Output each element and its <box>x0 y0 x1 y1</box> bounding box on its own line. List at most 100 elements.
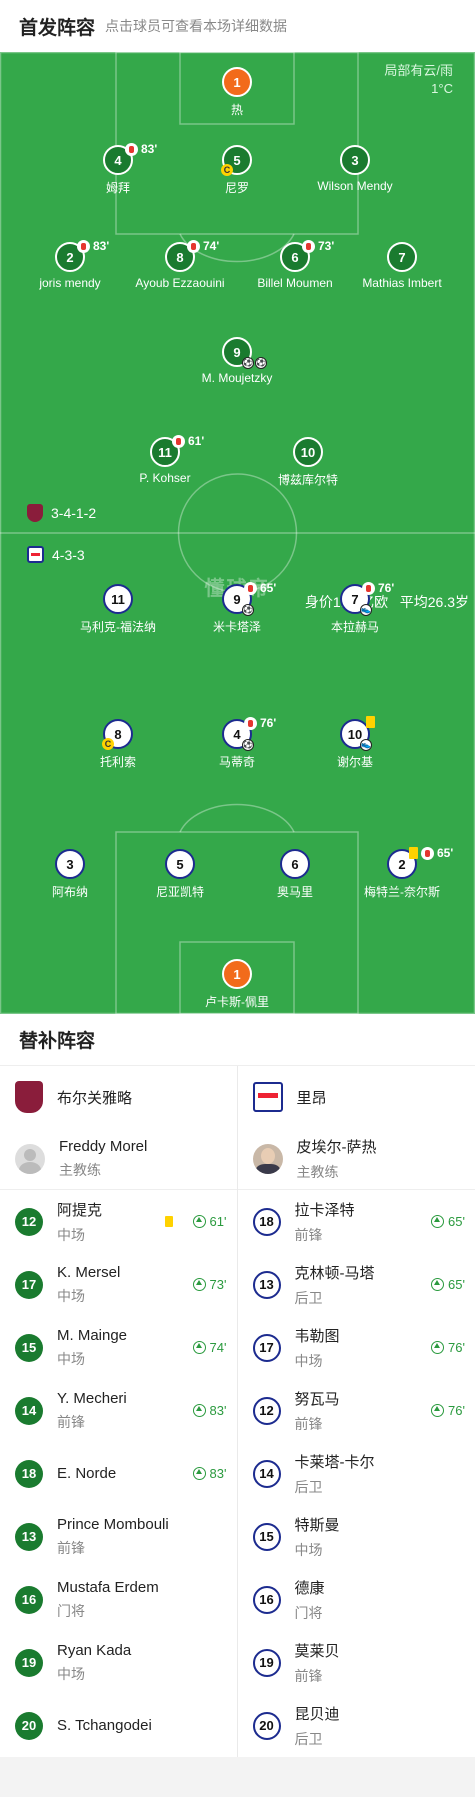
sub-number: 15 <box>252 1522 281 1551</box>
sub-number: 16 <box>252 1585 281 1614</box>
player-name: 谢尔基 <box>336 755 373 769</box>
home-subs-column: 布尔关雅略 Freddy Morel 主教练 12 阿提克 中场 61' 17 K. Me… <box>0 1066 238 1757</box>
assist-icon: 👟 <box>360 604 372 616</box>
sub-name: 努瓦马 <box>294 1390 340 1408</box>
sub-in-text: 65' <box>448 1277 465 1292</box>
sub-name: Ryan Kada <box>57 1641 132 1659</box>
coach-avatar-icon <box>15 1143 45 1174</box>
home-team-row[interactable]: 布尔关雅略 <box>0 1066 237 1128</box>
player-number: 2 65' <box>387 846 453 879</box>
away-sub-row[interactable]: 17 韦勒图 中场 76' <box>238 1316 475 1379</box>
sub-position: 门将 <box>57 1602 85 1619</box>
player-name: M. Moujetzky <box>201 371 273 385</box>
sub-position: 后卫 <box>294 1289 323 1306</box>
home-sub-row[interactable]: 17 K. Mersel 中场 73' <box>0 1253 237 1316</box>
home-player[interactable]: 11 61' P. Kohser <box>85 434 245 485</box>
substitution-out: 65' <box>409 846 453 860</box>
away-sub-row[interactable]: 12 努瓦马 前锋 76' <box>238 1379 475 1442</box>
away-sub-row[interactable]: 20 昆贝迪 后卫 <box>238 1694 475 1757</box>
home-player[interactable]: 3 Wilson Mendy <box>275 145 435 193</box>
player-number: 9 ⚽ ⚽ <box>222 337 267 369</box>
goal-ball-icon: ⚽ <box>242 739 254 751</box>
sub-number: 12 <box>15 1207 43 1236</box>
sub-number: 19 <box>252 1648 281 1677</box>
subs-columns: 布尔关雅略 Freddy Morel 主教练 12 阿提克 中场 61' 17 K. Me… <box>0 1066 475 1757</box>
away-sub-row[interactable]: 15 特斯曼 中场 <box>238 1505 475 1568</box>
away-player[interactable]: 1 卢卡斯-佩里 <box>157 959 317 1010</box>
sub-out-icon <box>362 581 375 595</box>
yellow-card-icon <box>366 716 375 728</box>
sub-info: E. Norde <box>57 1465 179 1482</box>
player-number: 3 <box>55 849 85 879</box>
sub-out-icon <box>302 239 315 253</box>
sub-info: 克林顿-马塔 后卫 <box>295 1262 418 1308</box>
sub-position: 前锋 <box>57 1413 85 1430</box>
sub-name: 德康 <box>294 1579 325 1597</box>
player-name: 卢卡斯-佩里 <box>205 995 269 1009</box>
sub-in-time: 61' <box>192 1214 227 1229</box>
player-number-text: 8 <box>176 249 184 265</box>
sub-number: 18 <box>15 1459 43 1488</box>
player-name: Ayoub Ezzaouini <box>135 276 225 290</box>
home-player[interactable]: 9 ⚽ ⚽ M. Moujetzky <box>157 337 317 385</box>
home-sub-row[interactable]: 19 Ryan Kada 中场 <box>0 1631 237 1694</box>
home-sub-row[interactable]: 12 阿提克 中场 61' <box>0 1190 237 1253</box>
player-number-text: 11 <box>158 444 172 460</box>
home-team-name: 布尔关雅略 <box>57 1089 133 1107</box>
player-number-text: 9 <box>233 344 241 360</box>
sub-name: 昆贝迪 <box>294 1705 340 1723</box>
sub-name: E. Norde <box>57 1465 117 1482</box>
away-formation-text: 4-3-3 <box>52 546 85 563</box>
player-number: 3 <box>340 145 370 175</box>
home-player[interactable]: 7 Mathias Imbert <box>322 242 475 290</box>
sub-info: K. Mersel 中场 <box>57 1264 179 1306</box>
sub-number: 17 <box>15 1270 43 1299</box>
away-player[interactable]: 7 76' 👟 本拉赫马 <box>275 581 435 635</box>
sub-in-text: 83' <box>209 1466 227 1481</box>
sub-in-time: 83' <box>192 1403 227 1418</box>
home-sub-row[interactable]: 14 Y. Mecheri 前锋 83' <box>0 1379 237 1442</box>
sub-name: 卡莱塔-卡尔 <box>294 1453 375 1471</box>
player-name: 博兹库尔特 <box>277 473 338 487</box>
away-sub-row[interactable]: 16 德康 门将 <box>238 1568 475 1631</box>
player-number: 9 65' ⚽ <box>222 581 276 616</box>
away-coach-row[interactable]: 皮埃尔-萨热 主教练 <box>237 1128 475 1190</box>
sub-info: Y. Mecheri 前锋 <box>57 1390 179 1432</box>
away-sub-row[interactable]: 13 克林顿-马塔 后卫 65' <box>238 1253 475 1316</box>
player-number: 2 83' <box>55 239 109 272</box>
away-team-row[interactable]: 里昂 <box>238 1066 475 1128</box>
home-sub-row[interactable]: 18 E. Norde 83' <box>0 1442 237 1505</box>
player-number: 1 <box>222 67 252 97</box>
sub-name: M. Mainge <box>57 1326 128 1344</box>
sub-in-text: 61' <box>209 1214 227 1229</box>
player-number: 10 <box>293 437 323 467</box>
away-sub-row[interactable]: 19 莫莱贝 前锋 <box>238 1631 475 1694</box>
weather-temp: 1°C <box>431 81 453 96</box>
away-sub-row[interactable]: 14 卡莱塔-卡尔 后卫 <box>238 1442 475 1505</box>
home-sub-row[interactable]: 13 Prince Mombouli 前锋 <box>0 1505 237 1568</box>
home-player[interactable]: 1热 <box>157 67 317 118</box>
player-name: P. Kohser <box>139 471 191 485</box>
sub-in-icon <box>431 1341 445 1354</box>
sub-in-text: 73' <box>209 1277 227 1292</box>
substitution-out: 83' <box>125 142 157 156</box>
sub-name: Prince Mombouli <box>57 1515 169 1533</box>
away-player[interactable]: 10 👟 谢尔基 <box>275 716 435 770</box>
sub-name: 克林顿-马塔 <box>294 1264 375 1282</box>
away-badge-icon <box>27 546 44 563</box>
home-player[interactable]: 10 博兹库尔特 <box>228 437 388 488</box>
player-number: 11 61' <box>150 434 204 467</box>
away-sub-row[interactable]: 18 拉卡泽特 前锋 65' <box>238 1190 475 1253</box>
player-number-text: 11 <box>111 591 125 607</box>
sub-position: 中场 <box>57 1226 85 1243</box>
home-sub-row[interactable]: 20 S. Tchangodei <box>0 1694 237 1757</box>
captain-icon: C <box>221 164 233 176</box>
player-number: 8 74' <box>165 239 219 272</box>
home-coach-role: 主教练 <box>59 1161 101 1178</box>
home-sub-row[interactable]: 15 M. Mainge 中场 74' <box>0 1316 237 1379</box>
home-coach-row[interactable]: Freddy Morel 主教练 <box>0 1128 237 1190</box>
sub-name: Y. Mecheri <box>57 1389 127 1407</box>
away-player[interactable]: 2 65' 梅特兰-奈尔斯 <box>322 846 475 900</box>
home-sub-row[interactable]: 16 Mustafa Erdem 门将 <box>0 1568 237 1631</box>
sub-number: 12 <box>252 1396 281 1425</box>
